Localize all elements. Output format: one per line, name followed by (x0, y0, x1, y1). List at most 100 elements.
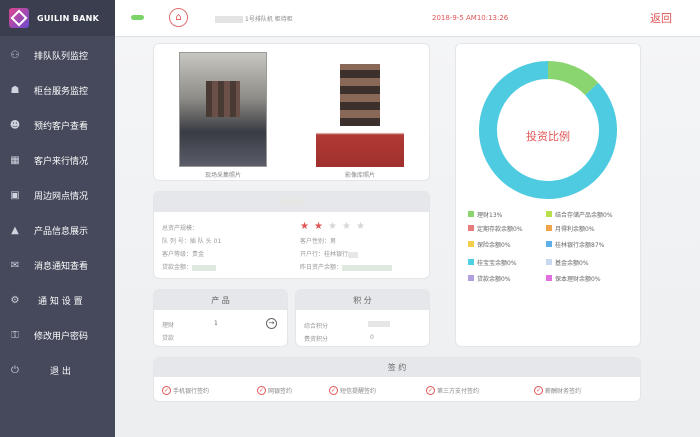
sidebar-item-customer-visits[interactable]: ▦ 客户来行情况 (0, 143, 115, 178)
check-circle-icon: ✓ (257, 386, 266, 395)
power-icon: ⏻ (11, 364, 19, 376)
gender-row: 客户性别：男 (300, 238, 337, 245)
points-row-fee: 费资积分 (304, 336, 329, 343)
pixelated-face (206, 81, 240, 117)
check-circle-icon: ✓ (426, 386, 435, 395)
signing-card: 签 约 ✓ 手机银行签约 ✓ 网银签约 ✓ 短信提醒签约 ✓ 第三方支付签约 ✓ 薪酬财务… (153, 357, 641, 402)
legend-swatch (468, 241, 474, 247)
redacted-value (192, 264, 217, 271)
sidebar-item-appointment[interactable]: ☻ 预约客户查看 (0, 108, 115, 143)
star-empty-icon: ★ (342, 221, 351, 232)
products-card: 产 品 理财 1 → 贷款 (153, 289, 288, 347)
legend-item: 桂宝宝余额0% (468, 258, 544, 267)
product-wealth-count: 1 (214, 320, 218, 327)
legend-item: 定期存款余额0% (468, 224, 544, 233)
points-card: 积 分 综合积分 费资积分 0 (295, 289, 430, 347)
legend-label: 贷款余额0% (477, 276, 511, 283)
timestamp: 2018-9-5 AM10:13:26 (432, 14, 509, 22)
library-caption: 影像库照片 (344, 172, 375, 179)
loan-amount-row: 贷款金额： (162, 262, 217, 271)
legend-item: 基金余额0% (546, 258, 618, 267)
legend-item: 月得利余额0% (546, 224, 618, 233)
star-filled-icon: ★ (314, 221, 323, 232)
legend-label: 保险余额0% (477, 242, 511, 249)
products-header: 产 品 (154, 290, 287, 310)
legend-label: 定期存款余额0% (477, 226, 523, 233)
sidebar-item-nearby-branches[interactable]: ▣ 周边网点情况 (0, 178, 115, 213)
product-row-loan: 贷款 (162, 335, 175, 342)
legend-swatch (546, 259, 552, 265)
legend-label: 保本理财余额0% (555, 276, 601, 283)
settings-icon: ⚙ (10, 294, 20, 306)
main-content: 现场采集照片 影像库照片 总资产规模： 队 列 号：插 队 头 01 客户等级：… (115, 37, 700, 437)
check-circle-icon: ✓ (162, 386, 171, 395)
sidebar-item-products[interactable]: ▲ 产品信息展示 (0, 213, 115, 248)
redacted-value (348, 251, 359, 258)
donut-slice-0 (547, 61, 599, 96)
legend-label: 结合存储产品余额0% (555, 212, 613, 219)
signing-payroll-finance: ✓ 薪酬财务签约 (534, 386, 582, 395)
legend-item: 保险余额0% (468, 240, 544, 249)
redacted-value (368, 321, 390, 327)
legend-label: 基金余额0% (555, 260, 589, 267)
queue-monitor-icon: ⚇ (10, 49, 20, 61)
branch-icon: ▣ (10, 189, 20, 201)
check-circle-icon: ✓ (329, 386, 338, 395)
redacted-name (279, 198, 304, 206)
customer-level-row: 客户等级：贵金 (162, 251, 205, 258)
sidebar-item-queue-monitor[interactable]: ⚇ 排队队列监控 (0, 38, 115, 73)
library-photo (316, 52, 404, 167)
star-empty-icon: ★ (356, 221, 365, 232)
legend-label: 桂林银行余额87% (555, 242, 605, 249)
home-icon: ⌂ (175, 12, 182, 23)
legend-swatch (546, 225, 552, 231)
signing-mobile-banking: ✓ 手机银行签约 (162, 386, 210, 395)
legend-swatch (546, 275, 552, 281)
top-bar: ⌂ 1号排队机 柜待柜 2018-9-5 AM10:13:26 返回 (115, 0, 700, 37)
points-row-total: 综合积分 (304, 323, 329, 330)
home-button[interactable]: ⌂ (169, 8, 188, 27)
customer-name-header (154, 192, 429, 212)
signing-header: 签 约 (154, 358, 640, 377)
legend-swatch (468, 259, 474, 265)
legend-swatch (468, 211, 474, 217)
message-icon: ✉ (10, 259, 20, 271)
pixelated-face (340, 64, 380, 126)
legend-swatch (468, 225, 474, 231)
legend-label: 桂宝宝余额0% (477, 260, 517, 267)
appointment-icon: ☻ (9, 119, 21, 131)
legend-item: 保本理财余额0% (546, 274, 618, 283)
signing-online-banking: ✓ 网银签约 (257, 386, 293, 395)
legend-swatch (468, 275, 474, 281)
star-empty-icon: ★ (328, 221, 337, 232)
queue-info: 1号排队机 柜待柜 (215, 14, 293, 23)
password-icon: ⚿ (11, 329, 19, 341)
redacted-block (215, 16, 243, 23)
redacted-value (342, 264, 393, 271)
menu-toggle-button[interactable] (131, 15, 144, 20)
star-filled-icon: ★ (300, 221, 309, 232)
legend-label: 月得利余额0% (555, 226, 595, 233)
bank-logo-icon (9, 8, 29, 28)
bank-logo: GUILIN BANK (0, 0, 115, 36)
back-button[interactable]: 返回 (650, 10, 672, 26)
product-icon: ▲ (11, 224, 19, 236)
legend-swatch (546, 241, 552, 247)
signing-sms-alert: ✓ 短信提醒签约 (329, 386, 377, 395)
sidebar-item-notification-settings[interactable]: ⚙ 通 知 设 置 (0, 283, 115, 318)
brand-name: GUILIN BANK (37, 13, 100, 23)
legend-item: 桂林银行余额87% (546, 240, 618, 249)
arrow-right-icon[interactable]: → (266, 318, 277, 329)
capture-caption: 现场采集照片 (204, 172, 241, 179)
sidebar-item-change-password[interactable]: ⚿ 修改用户密码 (0, 318, 115, 353)
points-fee-value: 0 (370, 334, 374, 341)
branch-row: 开户行：桂林银行 (300, 249, 359, 258)
sidebar-item-logout[interactable]: ⏻ 退 出 (0, 353, 115, 388)
sidebar-item-counter-service[interactable]: ☗ 柜台服务监控 (0, 73, 115, 108)
photos-card: 现场采集照片 影像库照片 (153, 43, 430, 181)
counter-service-icon: ☗ (10, 84, 20, 96)
legend-swatch (546, 211, 552, 217)
legend-item: 贷款余额0% (468, 274, 544, 283)
sidebar-item-messages[interactable]: ✉ 消息通知查看 (0, 248, 115, 283)
yesterday-balance-row: 昨日资产余额： (300, 262, 393, 271)
